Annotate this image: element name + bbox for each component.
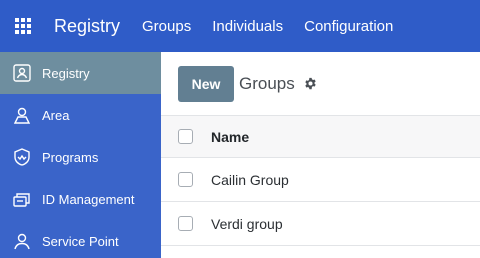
row-checkbox[interactable] — [178, 216, 193, 231]
sidebar-item-registry[interactable]: Registry — [0, 52, 161, 94]
service-point-icon — [12, 231, 32, 251]
select-all-checkbox[interactable] — [178, 129, 193, 144]
app-title[interactable]: Registry — [54, 16, 120, 37]
sidebar-item-label: Service Point — [42, 233, 119, 249]
control-panel: New Groups — [161, 52, 480, 116]
area-icon — [12, 105, 32, 125]
nav-item-groups[interactable]: Groups — [142, 18, 191, 35]
column-header-name[interactable]: Name — [211, 129, 249, 145]
main-content: New Groups Name Cailin Group Verdi group — [161, 52, 480, 258]
sidebar-item-label: ID Management — [42, 191, 135, 207]
cell-name[interactable]: Verdi group — [211, 216, 283, 232]
sidebar-item-area[interactable]: Area — [0, 94, 161, 136]
sidebar-item-label: Area — [42, 107, 70, 123]
apps-grid-icon[interactable] — [12, 15, 34, 37]
gear-icon[interactable] — [304, 77, 318, 91]
row-checkbox[interactable] — [178, 172, 193, 187]
nav-item-configuration[interactable]: Configuration — [304, 18, 393, 35]
nav-item-individuals[interactable]: Individuals — [212, 18, 283, 35]
top-nav-menu: Groups Individuals Configuration — [142, 18, 414, 35]
sidebar-item-id-management[interactable]: ID Management — [0, 178, 161, 220]
top-navbar: Registry Groups Individuals Configuratio… — [0, 0, 480, 52]
sidebar: Registry Area Programs ID Management Ser… — [0, 52, 161, 258]
sidebar-item-programs[interactable]: Programs — [0, 136, 161, 178]
cell-name[interactable]: Cailin Group — [211, 172, 289, 188]
sidebar-item-label: Programs — [42, 149, 99, 165]
id-management-icon — [12, 189, 32, 209]
registry-icon — [12, 63, 32, 83]
breadcrumb-title: Groups — [239, 73, 295, 93]
table-row[interactable]: Cailin Group — [161, 158, 480, 202]
new-button[interactable]: New — [178, 65, 234, 102]
table-row[interactable]: Verdi group — [161, 202, 480, 246]
sidebar-item-label: Registry — [42, 65, 90, 81]
groups-table: Name Cailin Group Verdi group — [161, 116, 480, 246]
sidebar-item-service-point[interactable]: Service Point — [0, 220, 161, 258]
table-header: Name — [161, 116, 480, 158]
programs-icon — [12, 147, 32, 167]
